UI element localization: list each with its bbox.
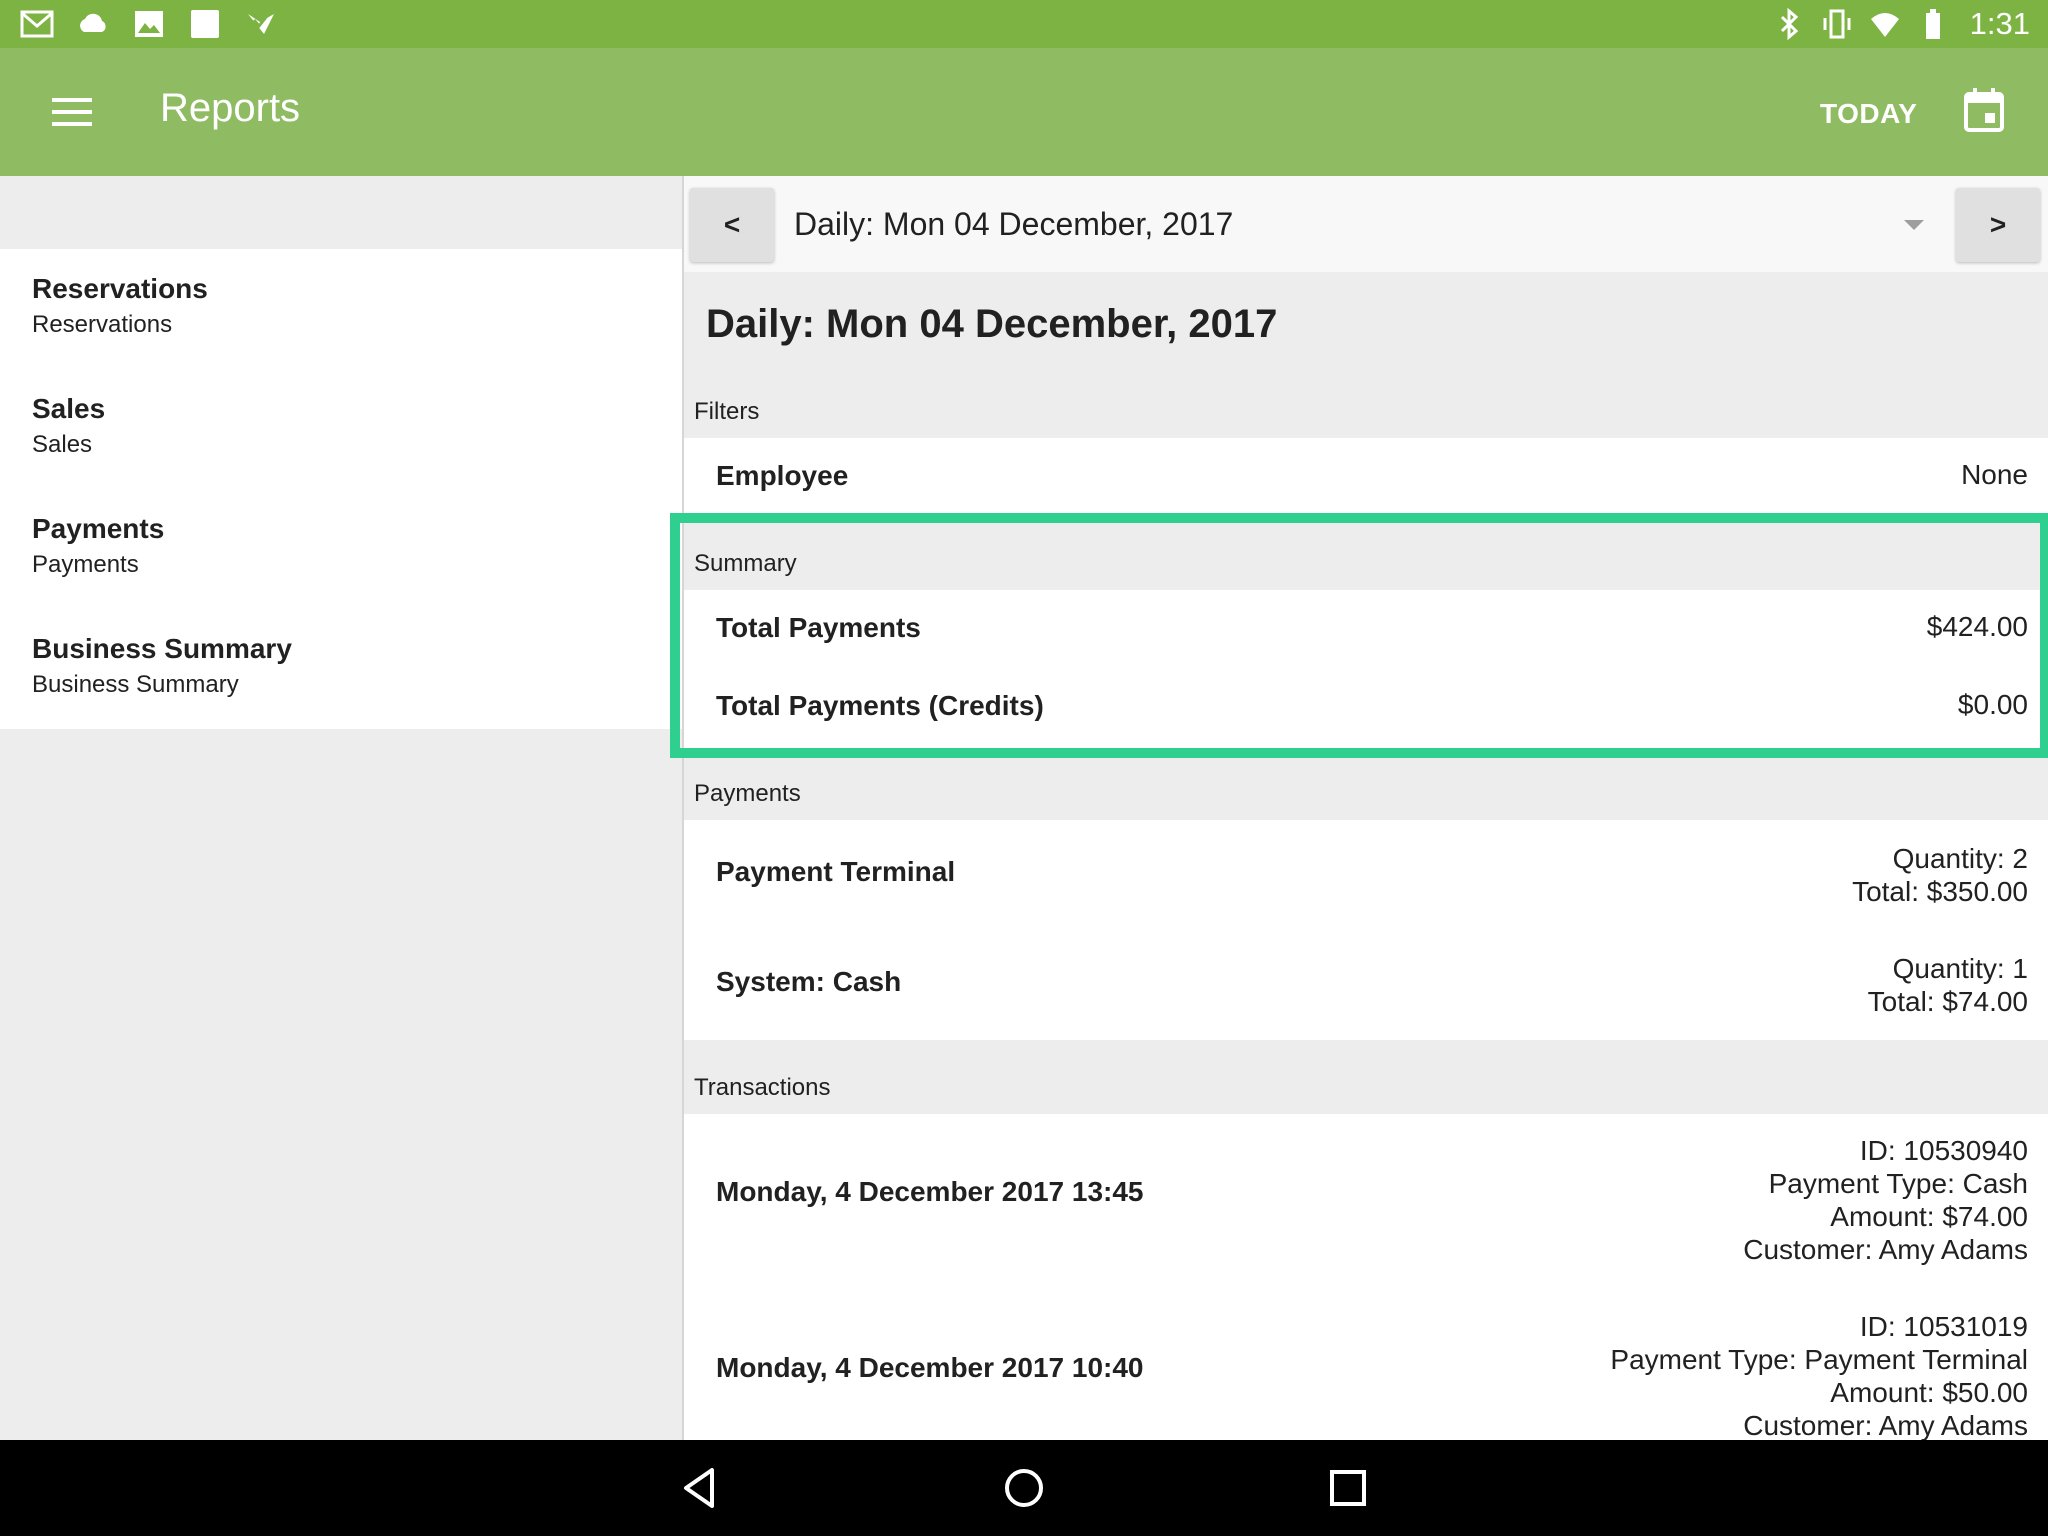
recents-icon[interactable] xyxy=(1326,1466,1370,1510)
payment-row-value: Quantity: 2 Total: $350.00 xyxy=(1852,842,2028,908)
transaction-customer: Customer: Amy Adams xyxy=(1743,1410,2028,1440)
calendar-icon[interactable] xyxy=(1962,86,2006,134)
date-range-select[interactable]: Daily: Mon 04 December, 2017 xyxy=(794,186,1924,262)
photo-icon xyxy=(135,11,163,37)
report-item-payments[interactable]: Payments Payments xyxy=(0,489,683,609)
previous-date-button[interactable]: < xyxy=(690,188,774,262)
report-item-subtitle: Reservations xyxy=(32,311,173,338)
transaction-row-details: ID: 10531019 Payment Type: Payment Termi… xyxy=(1610,1310,2028,1440)
payment-total: Total: $74.00 xyxy=(1867,986,2028,1017)
summary-row-value: $424.00 xyxy=(1926,611,2028,642)
dropdown-arrow-icon xyxy=(1904,220,1924,230)
back-icon[interactable] xyxy=(680,1466,724,1510)
report-item-title: Sales xyxy=(32,393,106,424)
report-item-subtitle: Business Summary xyxy=(32,671,239,698)
report-item-reservations[interactable]: Reservations Reservations xyxy=(0,249,683,369)
summary-row-value: $0.00 xyxy=(1957,689,2028,720)
transaction-row-label: Monday, 4 December 2017 13:45 xyxy=(716,1176,1144,1207)
date-range-value: Daily: Mon 04 December, 2017 xyxy=(794,206,1234,242)
report-detail-panel[interactable]: < Daily: Mon 04 December, 2017 > Daily: … xyxy=(684,176,2048,1440)
report-title: Daily: Mon 04 December, 2017 xyxy=(706,302,1278,346)
today-button[interactable]: TODAY xyxy=(1820,98,1917,130)
report-item-title: Payments xyxy=(32,513,165,544)
summary-row-label: Total Payments xyxy=(716,612,921,643)
next-date-button[interactable]: > xyxy=(1956,188,2040,262)
filters-section-label: Filters xyxy=(694,398,760,425)
summary-row-label: Total Payments (Credits) xyxy=(716,690,1044,721)
payment-total: Total: $350.00 xyxy=(1852,876,2028,907)
summary-block: Total Payments $424.00 Total Payments (C… xyxy=(684,590,2048,750)
transaction-row-details: ID: 10530940 Payment Type: Cash Amount: … xyxy=(1743,1134,2028,1266)
app-title: Reports xyxy=(160,86,301,130)
report-item-business-summary[interactable]: Business Summary Business Summary xyxy=(0,609,683,729)
filter-employee-row[interactable]: Employee None xyxy=(684,438,2048,514)
home-icon[interactable] xyxy=(1002,1466,1046,1510)
payment-quantity: Quantity: 1 xyxy=(1892,953,2028,984)
report-list-panel: Reservations Reservations Sales Sales Pa… xyxy=(0,176,683,1440)
transactions-block: Monday, 4 December 2017 13:45 ID: 105309… xyxy=(684,1114,2048,1440)
transaction-payment-type: Payment Type: Cash xyxy=(1768,1168,2028,1199)
play-games-icon xyxy=(248,14,274,34)
transaction-customer: Customer: Amy Adams xyxy=(1743,1234,2028,1265)
payment-quantity: Quantity: 2 xyxy=(1892,843,2028,874)
app-bar: Reports TODAY xyxy=(0,48,2048,176)
report-list: Reservations Reservations Sales Sales Pa… xyxy=(0,249,683,729)
payment-row-label: System: Cash xyxy=(716,966,902,997)
transaction-row-label: Monday, 4 December 2017 10:40 xyxy=(716,1352,1144,1383)
summary-section-label: Summary xyxy=(694,550,797,577)
report-item-title: Business Summary xyxy=(32,633,292,664)
payment-row-label: Payment Terminal xyxy=(716,856,956,887)
payment-row-value: Quantity: 1 Total: $74.00 xyxy=(1868,952,2028,1018)
battery-icon xyxy=(1925,9,1940,39)
transaction-amount: Amount: $74.00 xyxy=(1830,1201,2028,1232)
bluetooth-icon xyxy=(1780,7,1798,41)
payments-section-label: Payments xyxy=(694,780,801,807)
gmail-icon xyxy=(20,10,54,38)
menu-icon[interactable] xyxy=(40,90,104,134)
status-bar: 1:31 xyxy=(0,0,2048,48)
transaction-id: ID: 10531019 xyxy=(1859,1311,2028,1342)
filter-employee-label: Employee xyxy=(716,460,849,491)
report-item-title: Reservations xyxy=(32,273,208,304)
transaction-payment-type: Payment Type: Payment Terminal xyxy=(1610,1344,2028,1375)
wifi-icon xyxy=(1870,13,1899,37)
report-item-subtitle: Payments xyxy=(32,551,139,578)
transaction-id: ID: 10530940 xyxy=(1859,1135,2028,1166)
clock: 1:31 xyxy=(1969,6,2030,41)
report-item-sales[interactable]: Sales Sales xyxy=(0,369,683,489)
date-navigator: < Daily: Mon 04 December, 2017 > xyxy=(684,176,2048,272)
cloud-icon xyxy=(80,13,106,32)
payments-block: Payment Terminal Quantity: 2 Total: $350… xyxy=(684,820,2048,1040)
vibrate-icon xyxy=(1823,9,1851,39)
filter-employee-value: None xyxy=(1961,459,2028,490)
report-item-subtitle: Sales xyxy=(32,431,93,458)
blank-app-icon xyxy=(191,10,219,38)
transactions-section-label: Transactions xyxy=(694,1074,831,1101)
system-nav-bar xyxy=(0,1440,2048,1536)
transaction-amount: Amount: $50.00 xyxy=(1830,1377,2028,1408)
